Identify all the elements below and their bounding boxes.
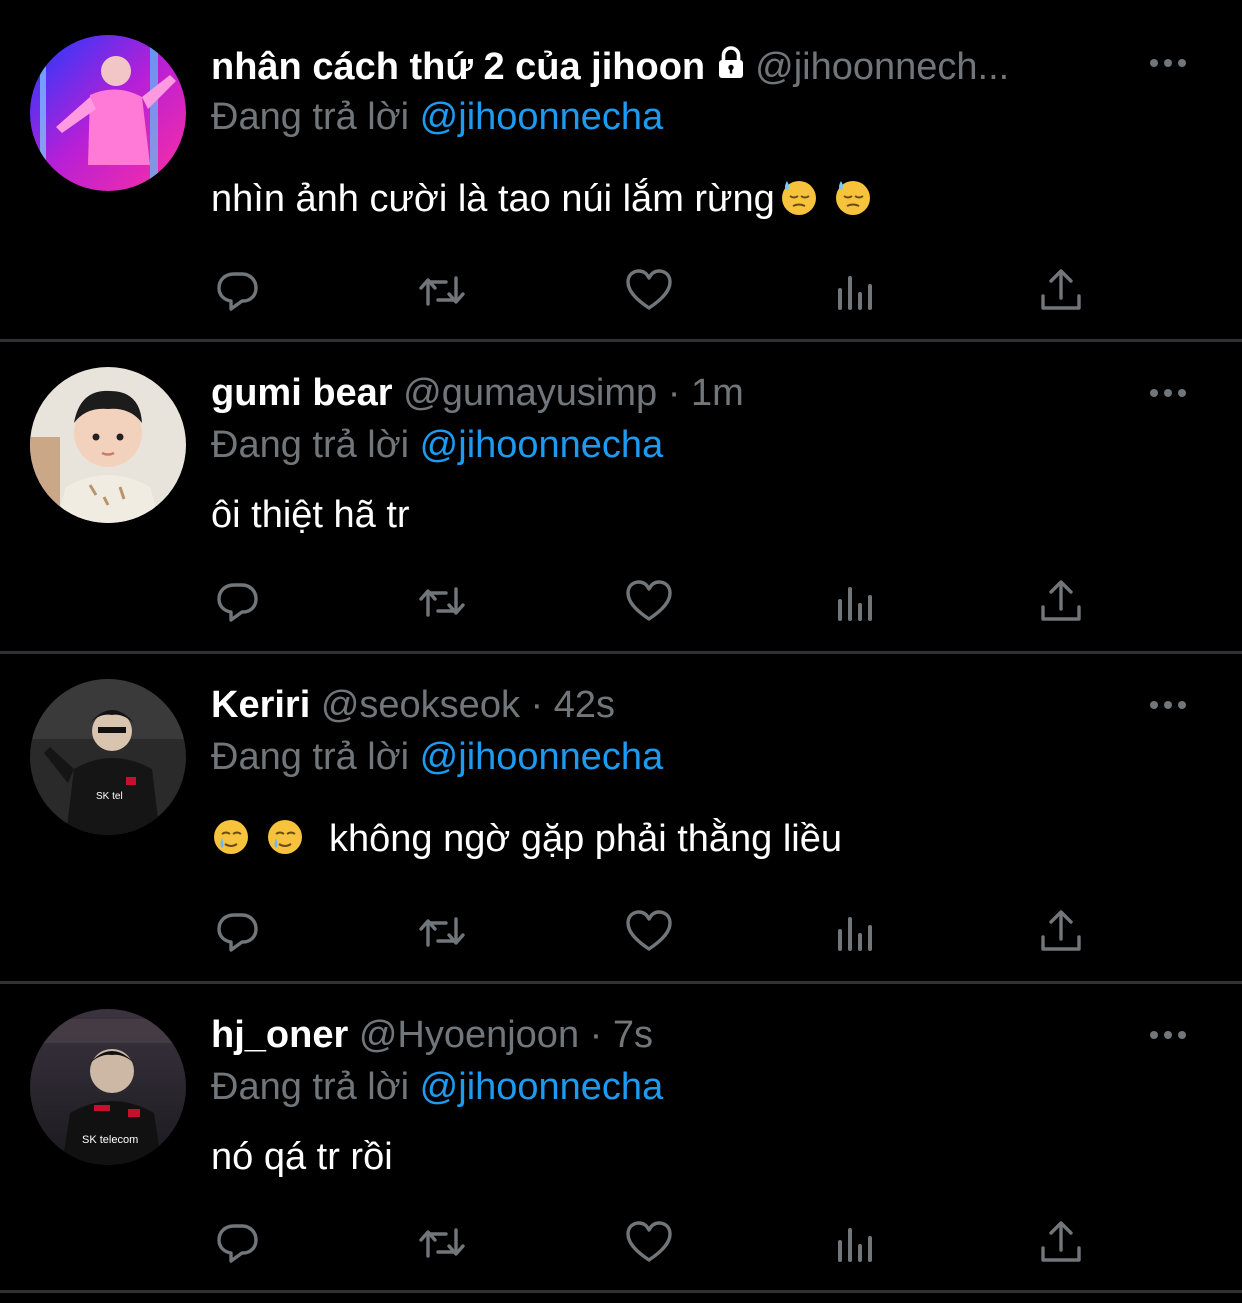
tweet-text-content: nhìn ảnh cười là tao núi lắm rừng [211,178,775,220]
tweet-text-content: ôi thiệt hã tr [211,494,410,536]
reply-handle-link[interactable]: @jihoonnecha [420,96,664,138]
crying-smile-emoji [211,817,251,870]
share-icon[interactable] [1036,1218,1086,1268]
tweet-actions [0,907,1242,957]
display-name[interactable]: Keriri [211,684,310,726]
reply-handle-link[interactable]: @jihoonnecha [420,1066,664,1108]
replying-to: Đang trả lời @jihoonnecha [211,94,663,140]
tweet-header: gumi bear @gumayusimp · 1m [211,368,1141,418]
tweet-text-content: không ngờ gặp phải thằng liều [329,818,842,860]
retweet-icon[interactable] [417,266,467,316]
tweet[interactable]: SK tel Keriri @seokseok · 42s Đang trả l… [0,654,1242,984]
reply-icon[interactable] [213,266,263,316]
crying-smile-emoji [265,817,305,870]
reply-handle-link[interactable]: @jihoonnecha [420,424,664,466]
svg-text:SK tel: SK tel [96,791,123,802]
reply-handle-link[interactable]: @jihoonnecha [420,736,664,778]
tweet[interactable]: SK telecom hj_oner @Hyoenjoon · 7s Đang … [0,984,1242,1303]
handle[interactable]: @jihoonnech... [755,46,1009,88]
avatar[interactable]: SK telecom [30,1009,186,1165]
handle[interactable]: @Hyoenjoon [359,1014,579,1056]
timestamp[interactable]: 42s [554,684,615,726]
replying-to-label: Đang trả lời [211,96,420,138]
timestamp[interactable]: 1m [691,372,744,414]
tweet-actions [0,1218,1242,1268]
separator-dot: · [667,372,681,414]
divider [0,1290,1242,1293]
tweet-actions [0,266,1242,316]
tweet-header: Keriri @seokseok · 42s [211,680,1141,730]
reply-icon[interactable] [213,577,263,627]
like-icon[interactable] [624,577,674,627]
tweet-text: không ngờ gặp phải thằng liều [211,814,842,870]
separator-dot: · [530,684,544,726]
display-name[interactable]: nhân cách thứ 2 của jihoon [211,46,705,88]
retweet-icon[interactable] [417,907,467,957]
display-name[interactable]: gumi bear [211,372,393,414]
tweet-text-content: nó qá tr rồi [211,1136,393,1178]
more-icon[interactable] [1148,385,1188,401]
views-icon[interactable] [832,1218,882,1268]
downcast-sweat-emoji [779,177,819,230]
reply-icon[interactable] [213,907,263,957]
avatar[interactable] [30,35,186,191]
share-icon[interactable] [1036,266,1086,316]
replying-to: Đang trả lời @jihoonnecha [211,734,663,780]
replying-to-label: Đang trả lời [211,1066,420,1108]
retweet-icon[interactable] [417,1218,467,1268]
lock-icon [713,44,749,92]
display-name[interactable]: hj_oner [211,1014,348,1056]
more-icon[interactable] [1148,1027,1188,1043]
svg-text:SK telecom: SK telecom [82,1134,138,1146]
handle[interactable]: @gumayusimp [403,372,657,414]
tweet-header: hj_oner @Hyoenjoon · 7s [211,1010,1141,1060]
downcast-sweat-emoji [833,177,873,230]
avatar[interactable] [30,367,186,523]
reply-icon[interactable] [213,1218,263,1268]
share-icon[interactable] [1036,907,1086,957]
tweet-timeline: nhân cách thứ 2 của jihoon @jihoonnech...… [0,0,1242,1303]
like-icon[interactable] [624,907,674,957]
views-icon[interactable] [832,907,882,957]
avatar[interactable]: SK tel [30,679,186,835]
more-icon[interactable] [1148,697,1188,713]
tweet[interactable]: gumi bear @gumayusimp · 1m Đang trả lời … [0,342,1242,654]
timestamp[interactable]: 7s [613,1014,653,1056]
replying-to-label: Đang trả lời [211,736,420,778]
tweet-text: nhìn ảnh cười là tao núi lắm rừng [211,174,873,230]
views-icon[interactable] [832,577,882,627]
handle[interactable]: @seokseok [321,684,520,726]
like-icon[interactable] [624,1218,674,1268]
more-icon[interactable] [1148,55,1188,71]
tweet-text: nó qá tr rồi [211,1132,393,1182]
share-icon[interactable] [1036,577,1086,627]
replying-to-label: Đang trả lời [211,424,420,466]
tweet-header: nhân cách thứ 2 của jihoon @jihoonnech... [211,42,1141,92]
retweet-icon[interactable] [417,577,467,627]
tweet-actions [0,577,1242,627]
like-icon[interactable] [624,266,674,316]
replying-to: Đang trả lời @jihoonnecha [211,422,663,468]
tweet-text: ôi thiệt hã tr [211,490,410,540]
views-icon[interactable] [832,266,882,316]
separator-dot: · [589,1014,603,1056]
replying-to: Đang trả lời @jihoonnecha [211,1064,663,1110]
tweet[interactable]: nhân cách thứ 2 của jihoon @jihoonnech...… [0,0,1242,342]
